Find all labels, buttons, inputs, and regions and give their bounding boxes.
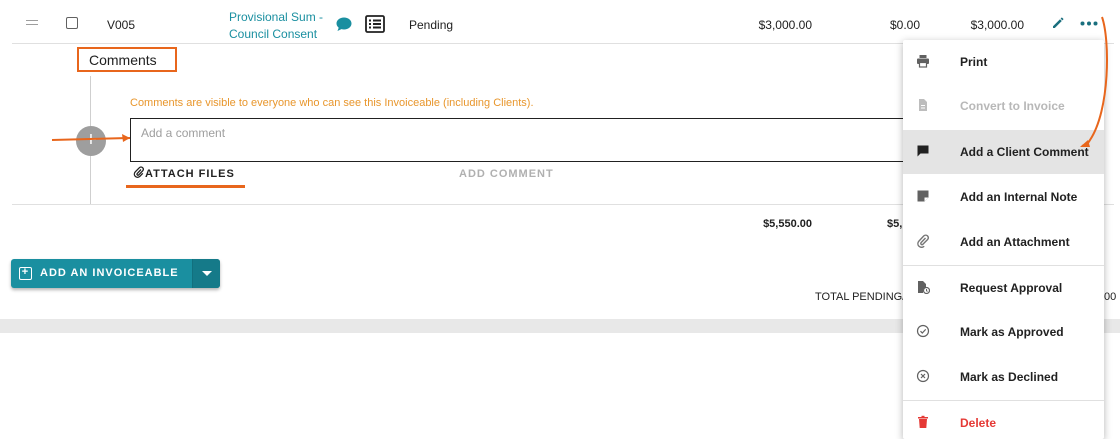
- attach-files-highlight: [126, 185, 245, 188]
- x-circle-icon: [916, 369, 930, 383]
- row-status: Pending: [409, 18, 454, 32]
- paperclip-icon: [133, 166, 144, 178]
- add-invoiceable-label: ADD AN INVOICEABLE: [40, 267, 179, 279]
- request-approval-icon: [918, 281, 930, 294]
- row-total: $3,000.00: [970, 18, 1024, 32]
- row-name-line1[interactable]: Provisional Sum -: [229, 10, 323, 24]
- details-list-icon[interactable]: [365, 15, 385, 33]
- menu-item-add-attachment[interactable]: Add an Attachment: [903, 220, 1104, 264]
- total-pending-value: 00: [1104, 291, 1117, 303]
- row-amount: $3,000.00: [758, 18, 812, 32]
- row-paid: $0.00: [889, 18, 920, 32]
- add-invoiceable-dropdown[interactable]: [192, 259, 220, 288]
- comment-bubble-icon[interactable]: [335, 16, 353, 33]
- menu-item-print[interactable]: Print: [903, 40, 1104, 84]
- menu-label: Mark as Approved: [960, 325, 1064, 339]
- note-icon: [917, 190, 929, 202]
- menu-label: Request Approval: [960, 281, 1063, 295]
- comment-input[interactable]: [130, 118, 910, 162]
- menu-item-add-client-comment[interactable]: Add a Client Comment: [903, 130, 1104, 174]
- menu-item-request-approval[interactable]: Request Approval: [903, 266, 1104, 310]
- edit-pencil-icon[interactable]: [1051, 16, 1065, 30]
- drag-handle[interactable]: [26, 20, 38, 26]
- more-options-icon[interactable]: [1080, 21, 1098, 26]
- menu-item-mark-approved[interactable]: Mark as Approved: [903, 310, 1104, 354]
- menu-label: Mark as Declined: [960, 370, 1059, 384]
- comments-header: Comments: [77, 47, 177, 72]
- comment-icon: [917, 145, 929, 157]
- summary-partial: $5,: [887, 218, 903, 230]
- menu-label: Add an Internal Note: [960, 190, 1078, 204]
- menu-label: Convert to Invoice: [960, 99, 1065, 113]
- row-code: V005: [107, 18, 136, 32]
- row-context-menu: Print Convert to Invoice Add a Client Co…: [903, 40, 1104, 439]
- document-icon: [919, 99, 927, 111]
- row-name-line2[interactable]: Council Consent: [229, 27, 317, 41]
- check-circle-icon: [916, 324, 930, 338]
- comment-visibility-note: Comments are visible to everyone who can…: [130, 97, 534, 109]
- attach-files-button[interactable]: ATTACH FILES: [133, 166, 235, 180]
- trash-icon: [918, 415, 928, 428]
- summary-total: $5,550.00: [763, 218, 812, 230]
- menu-label: Print: [960, 55, 988, 69]
- menu-item-add-internal-note[interactable]: Add an Internal Note: [903, 175, 1104, 219]
- menu-item-mark-declined[interactable]: Mark as Declined: [903, 355, 1104, 399]
- plus-square-icon: +: [19, 267, 32, 280]
- printer-icon: [917, 55, 929, 68]
- menu-item-delete[interactable]: Delete: [903, 401, 1104, 439]
- attach-files-label: ATTACH FILES: [145, 168, 235, 180]
- total-pending-label: TOTAL PENDING/: [815, 291, 906, 303]
- menu-label: Delete: [960, 416, 997, 430]
- add-comment-button[interactable]: ADD COMMENT: [459, 168, 554, 180]
- menu-label: Add an Attachment: [960, 235, 1070, 249]
- menu-item-convert-to-invoice[interactable]: Convert to Invoice: [903, 84, 1104, 128]
- add-invoiceable-main[interactable]: + ADD AN INVOICEABLE: [11, 259, 181, 288]
- row-checkbox[interactable]: [66, 17, 78, 29]
- paperclip-icon: [917, 234, 929, 248]
- add-invoiceable-button[interactable]: + ADD AN INVOICEABLE: [11, 259, 220, 288]
- menu-label: Add a Client Comment: [960, 145, 1089, 159]
- add-comment-avatar: +: [76, 126, 106, 156]
